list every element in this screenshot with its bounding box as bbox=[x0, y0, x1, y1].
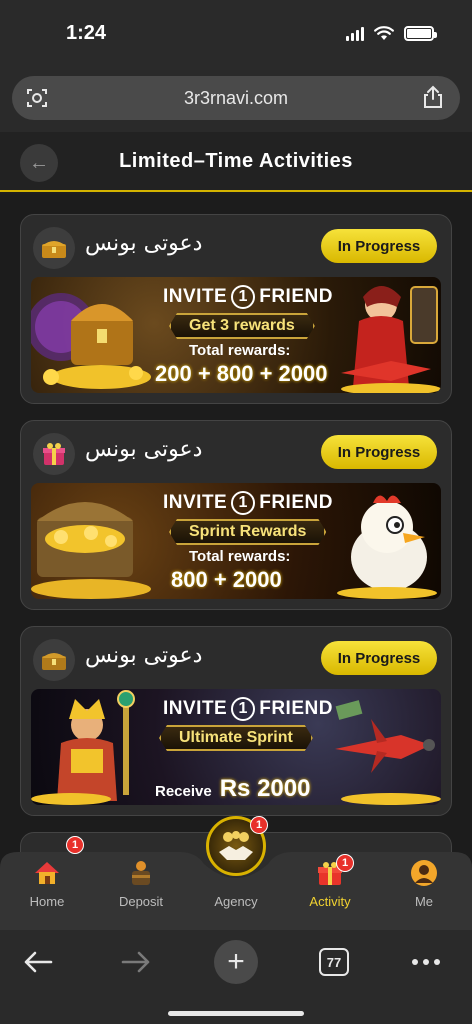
promo-banner[interactable]: INVITE 1 FRIEND Ultimate Sprint Receive … bbox=[31, 689, 441, 805]
handshake-icon bbox=[219, 831, 253, 860]
banner-headline: INVITE 1 FRIEND bbox=[163, 285, 333, 309]
page-title: Limited–Time Activities bbox=[119, 150, 353, 172]
activity-card[interactable]: دعوتی بونس In Progress INVITE bbox=[20, 214, 452, 404]
agency-badge: 1 bbox=[250, 816, 268, 834]
browser-back-button[interactable] bbox=[16, 940, 60, 984]
banner-ribbon: Sprint Rewards bbox=[169, 519, 326, 545]
house-icon bbox=[32, 858, 62, 888]
banner-receive-amount: Rs 2000 bbox=[219, 775, 311, 802]
nav-me[interactable]: Me bbox=[384, 858, 464, 922]
browser-forward-button[interactable] bbox=[114, 940, 158, 984]
status-bar: 1:24 bbox=[0, 0, 472, 70]
status-icons bbox=[346, 26, 437, 41]
gift-box-icon bbox=[33, 433, 75, 475]
home-badge: 1 bbox=[66, 836, 84, 854]
nav-label: Home bbox=[29, 894, 65, 909]
banner-amounts: 200 + 800 + 2000 bbox=[155, 361, 328, 386]
nav-activity[interactable]: Activity bbox=[290, 858, 370, 922]
piggy-bank-icon bbox=[126, 858, 156, 888]
status-time: 1:24 bbox=[66, 22, 107, 44]
airplane-illustration bbox=[335, 700, 441, 805]
banner-friend-text: FRIEND bbox=[259, 286, 333, 307]
address-bar[interactable]: 3r3rnavi.com bbox=[12, 76, 460, 120]
nav-label: Activity bbox=[309, 894, 351, 909]
plus-icon: + bbox=[214, 940, 258, 984]
nav-label: Me bbox=[414, 894, 434, 909]
nav-agency[interactable]: Agency bbox=[196, 884, 276, 924]
arrow-right-icon bbox=[121, 951, 150, 973]
chicken-mascot-illustration bbox=[337, 495, 437, 599]
ellipsis-icon bbox=[412, 959, 440, 965]
banner-receive-label: Receive bbox=[155, 783, 212, 800]
banner-total-label: Total rewards: bbox=[189, 548, 291, 565]
tab-count: 77 bbox=[319, 948, 349, 976]
browser-address-area: 3r3rnavi.com bbox=[0, 70, 472, 132]
banner-total-label: Total rewards: bbox=[189, 342, 291, 359]
banner-invite-text: INVITE bbox=[163, 286, 228, 307]
browser-toolbar: + 77 bbox=[0, 930, 472, 1024]
activity-card[interactable]: دعوتی بونس In Progress INVITE 1 FRIEND S… bbox=[20, 420, 452, 610]
banner-invite-number: 1 bbox=[231, 697, 256, 721]
card-title: دعوتی بونس bbox=[85, 643, 203, 668]
card-title: دعوتی بونس bbox=[85, 437, 203, 462]
treasure-chest-illustration bbox=[31, 293, 151, 389]
banner-friend-text: FRIEND bbox=[259, 492, 333, 513]
warrior-king-illustration bbox=[31, 690, 135, 805]
arrow-left-icon bbox=[24, 951, 53, 973]
treasure-chest-icon bbox=[33, 227, 75, 269]
banner-invite-text: INVITE bbox=[163, 492, 228, 513]
promo-banner[interactable]: INVITE 1 FRIEND Get 3 rewards Total rewa… bbox=[31, 277, 441, 393]
banner-invite-number: 1 bbox=[231, 285, 256, 309]
activity-badge: 1 bbox=[336, 854, 354, 872]
page-header: ← Limited–Time Activities bbox=[0, 132, 472, 192]
bottom-navigation: 1 Home Deposit Agency Activity 1 Me 1 bbox=[0, 816, 472, 930]
treasure-chest-illustration bbox=[31, 502, 151, 599]
more-menu-button[interactable] bbox=[404, 940, 448, 984]
new-tab-button[interactable]: + bbox=[214, 940, 258, 984]
battery-icon bbox=[404, 26, 437, 41]
share-icon[interactable] bbox=[422, 85, 444, 109]
nav-deposit[interactable]: Deposit bbox=[101, 858, 181, 922]
status-badge[interactable]: In Progress bbox=[321, 641, 437, 675]
nav-home[interactable]: Home bbox=[7, 858, 87, 922]
url-text[interactable]: 3r3rnavi.com bbox=[12, 88, 460, 109]
cellular-signal-icon bbox=[346, 26, 364, 41]
home-indicator bbox=[168, 1011, 304, 1016]
nav-label: Deposit bbox=[118, 894, 164, 909]
banner-friend-text: FRIEND bbox=[259, 698, 333, 719]
nav-label: Agency bbox=[214, 894, 258, 909]
promo-banner[interactable]: INVITE 1 FRIEND Sprint Rewards Total rew… bbox=[31, 483, 441, 599]
banner-receive: Receive Rs 2000 bbox=[155, 775, 310, 803]
banner-ribbon: Get 3 rewards bbox=[169, 313, 315, 339]
user-avatar-icon bbox=[409, 858, 439, 888]
banner-invite-number: 1 bbox=[231, 491, 256, 515]
character-illustration bbox=[341, 286, 441, 393]
banner-amounts: 800 + 2000 bbox=[171, 567, 282, 592]
card-title: دعوتی بونس bbox=[85, 231, 203, 256]
banner-headline: INVITE 1 FRIEND bbox=[163, 697, 333, 721]
treasure-chest-icon bbox=[33, 639, 75, 681]
activity-card[interactable]: دعوتی بونس In Progress INVITE bbox=[20, 626, 452, 816]
status-badge[interactable]: In Progress bbox=[321, 229, 437, 263]
banner-invite-text: INVITE bbox=[163, 698, 228, 719]
banner-ribbon: Ultimate Sprint bbox=[159, 725, 313, 751]
wifi-icon bbox=[374, 26, 394, 40]
status-badge[interactable]: In Progress bbox=[321, 435, 437, 469]
tabs-button[interactable]: 77 bbox=[312, 940, 356, 984]
banner-headline: INVITE 1 FRIEND bbox=[163, 491, 333, 515]
